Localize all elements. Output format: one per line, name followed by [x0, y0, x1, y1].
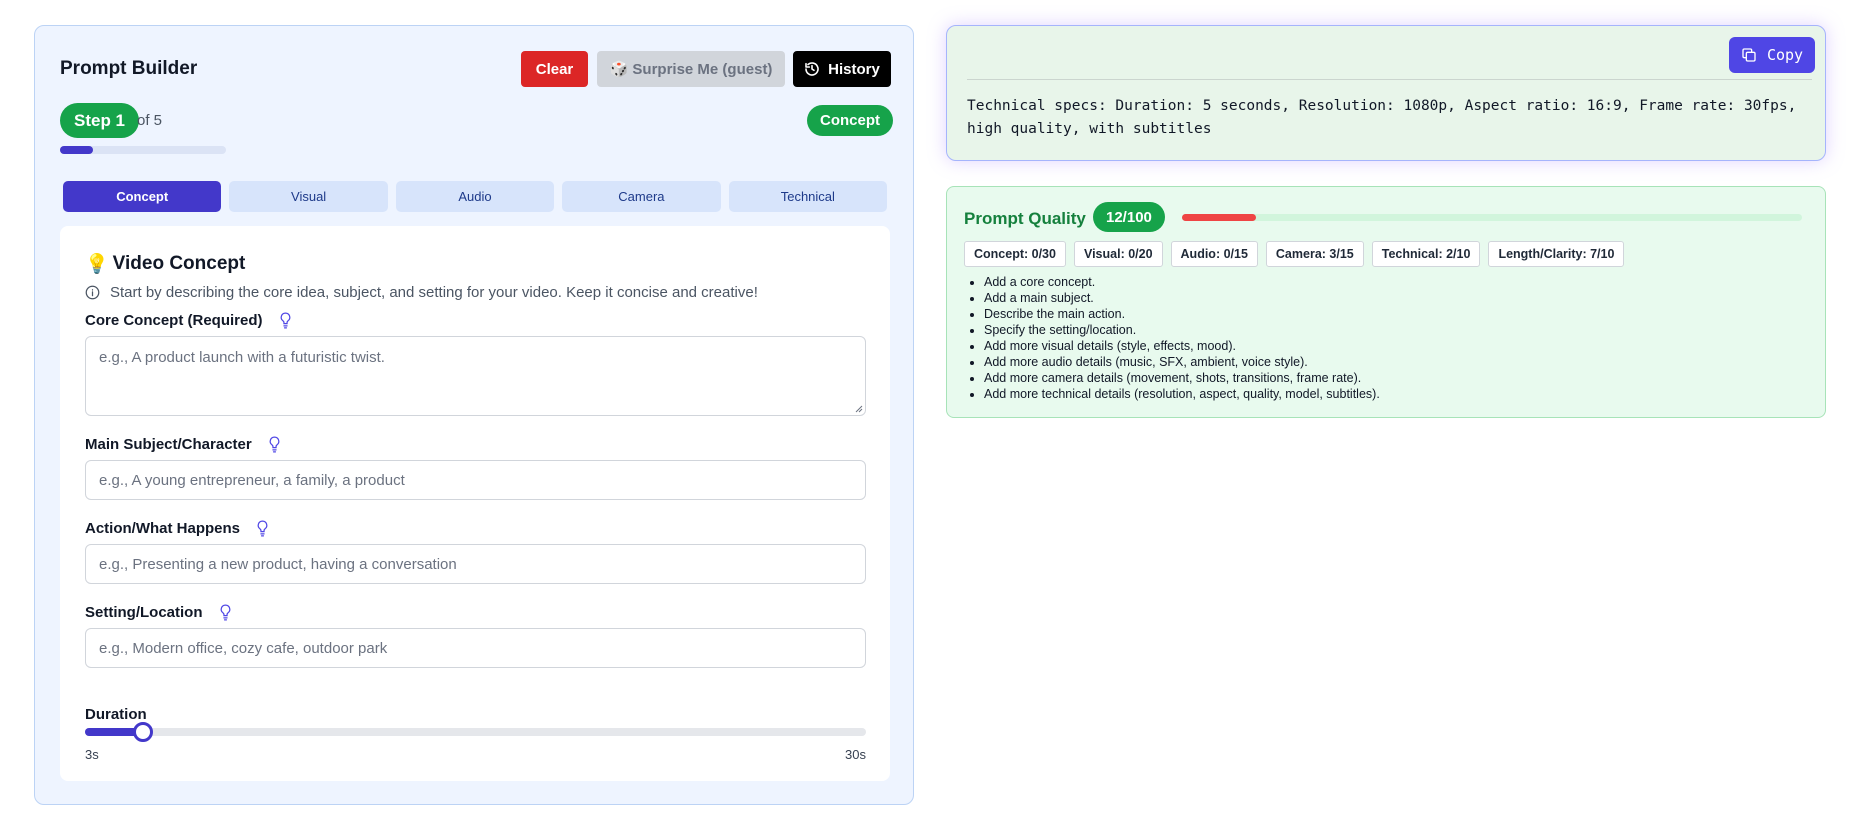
lightbulb-icon[interactable]: [219, 604, 232, 621]
action-label-text: Action/What Happens: [85, 520, 241, 537]
quality-breakdown: Concept: 0/30 Visual: 0/20 Audio: 0/15 C…: [964, 241, 1625, 267]
copy-label: Copy: [1766, 46, 1804, 64]
concept-hint: Start by describing the core idea, subje…: [85, 284, 758, 301]
concept-heading: 💡 Video Concept: [85, 252, 245, 276]
score-chip-camera: Camera: 3/15: [1265, 241, 1364, 267]
setting-label: Setting/Location: [85, 604, 232, 621]
output-divider: [967, 79, 1812, 80]
current-section-badge: Concept: [807, 105, 893, 136]
quality-progress-bar: [1182, 214, 1802, 221]
step-total: of 5: [137, 112, 163, 129]
lightbulb-icon[interactable]: [256, 520, 269, 537]
resize-grip-icon[interactable]: [855, 405, 863, 413]
copy-icon: [1742, 48, 1756, 62]
main-subject-label-text: Main Subject/Character: [85, 436, 252, 453]
main-subject-placeholder: e.g., A young entrepreneur, a family, a …: [99, 471, 405, 489]
duration-min-label: 3s: [85, 747, 99, 762]
prompt-quality-panel: Prompt Quality 12/100 Concept: 0/30 Visu…: [946, 186, 1826, 418]
action-input[interactable]: e.g., Presenting a new product, having a…: [85, 544, 866, 584]
score-chip-audio: Audio: 0/15: [1170, 241, 1258, 267]
score-chip-concept: Concept: 0/30: [964, 241, 1066, 267]
builder-title: Prompt Builder: [60, 58, 198, 79]
score-chip-length-clarity: Length/Clarity: 7/10: [1488, 241, 1625, 267]
prompt-output-panel: Copy Technical specs: Duration: 5 second…: [946, 25, 1826, 161]
action-placeholder: e.g., Presenting a new product, having a…: [99, 555, 457, 573]
score-chip-technical: Technical: 2/10: [1371, 241, 1481, 267]
lightbulb-emoji-icon: 💡: [85, 254, 109, 275]
list-item: Add more audio details (music, SFX, ambi…: [984, 354, 1380, 370]
core-concept-label: Core Concept (Required): [85, 312, 292, 329]
list-item: Describe the main action.: [984, 306, 1380, 322]
list-item: Add a core concept.: [984, 274, 1380, 290]
concept-hint-text: Start by describing the core idea, subje…: [110, 284, 758, 301]
main-subject-label: Main Subject/Character: [85, 436, 281, 453]
tab-camera[interactable]: Camera: [562, 181, 721, 212]
duration-label-text: Duration: [85, 706, 147, 723]
lightbulb-icon[interactable]: [268, 436, 281, 453]
lightbulb-icon[interactable]: [279, 312, 292, 329]
step-progress-bar: [60, 146, 226, 154]
step-progress-fill: [60, 146, 94, 154]
step-badge: Step 1: [60, 103, 140, 138]
concept-card: 💡 Video Concept Start by describing the …: [60, 226, 890, 781]
core-concept-input[interactable]: e.g., A product launch with a futuristic…: [85, 336, 866, 416]
quality-progress-fill: [1182, 214, 1257, 221]
quality-tips-list: Add a core concept. Add a main subject. …: [984, 274, 1380, 402]
tab-technical[interactable]: Technical: [728, 181, 888, 212]
tab-audio[interactable]: Audio: [395, 181, 555, 212]
list-item: Add more technical details (resolution, …: [984, 386, 1380, 402]
duration-label: Duration: [85, 706, 147, 723]
tab-visual[interactable]: Visual: [229, 181, 388, 212]
duration-slider[interactable]: [85, 722, 866, 742]
list-item: Add more visual details (style, effects,…: [984, 338, 1380, 354]
setting-input[interactable]: e.g., Modern office, cozy cafe, outdoor …: [85, 628, 866, 668]
action-label: Action/What Happens: [85, 520, 269, 537]
info-icon: [85, 285, 100, 300]
section-tabs: Concept Visual Audio Camera Technical: [63, 181, 888, 212]
prompt-builder-panel: Prompt Builder Clear 🎲 Surprise Me (gues…: [34, 25, 914, 805]
tab-concept[interactable]: Concept: [63, 181, 222, 212]
duration-max-label: 30s: [845, 747, 866, 762]
clear-button[interactable]: Clear: [521, 51, 588, 87]
main-subject-input[interactable]: e.g., A young entrepreneur, a family, a …: [85, 460, 866, 500]
list-item: Specify the setting/location.: [984, 322, 1380, 338]
core-concept-label-text: Core Concept (Required): [85, 312, 263, 329]
copy-button[interactable]: Copy: [1729, 37, 1815, 73]
generated-prompt-text: Technical specs: Duration: 5 seconds, Re…: [967, 98, 1797, 137]
setting-placeholder: e.g., Modern office, cozy cafe, outdoor …: [99, 639, 388, 657]
quality-title: Prompt Quality: [964, 209, 1086, 228]
history-clock-icon: [805, 62, 819, 76]
score-chip-visual: Visual: 0/20: [1073, 241, 1163, 267]
surprise-me-button[interactable]: 🎲 Surprise Me (guest): [597, 51, 785, 87]
concept-title: Video Concept: [112, 253, 246, 274]
setting-label-text: Setting/Location: [85, 604, 203, 621]
list-item: Add more camera details (movement, shots…: [984, 370, 1380, 386]
quality-score-badge: 12/100: [1093, 202, 1165, 232]
history-button[interactable]: History: [793, 51, 891, 87]
core-concept-placeholder: e.g., A product launch with a futuristic…: [99, 349, 385, 366]
history-label: History: [828, 60, 880, 78]
duration-slider-thumb[interactable]: [132, 722, 153, 742]
list-item: Add a main subject.: [984, 290, 1380, 306]
